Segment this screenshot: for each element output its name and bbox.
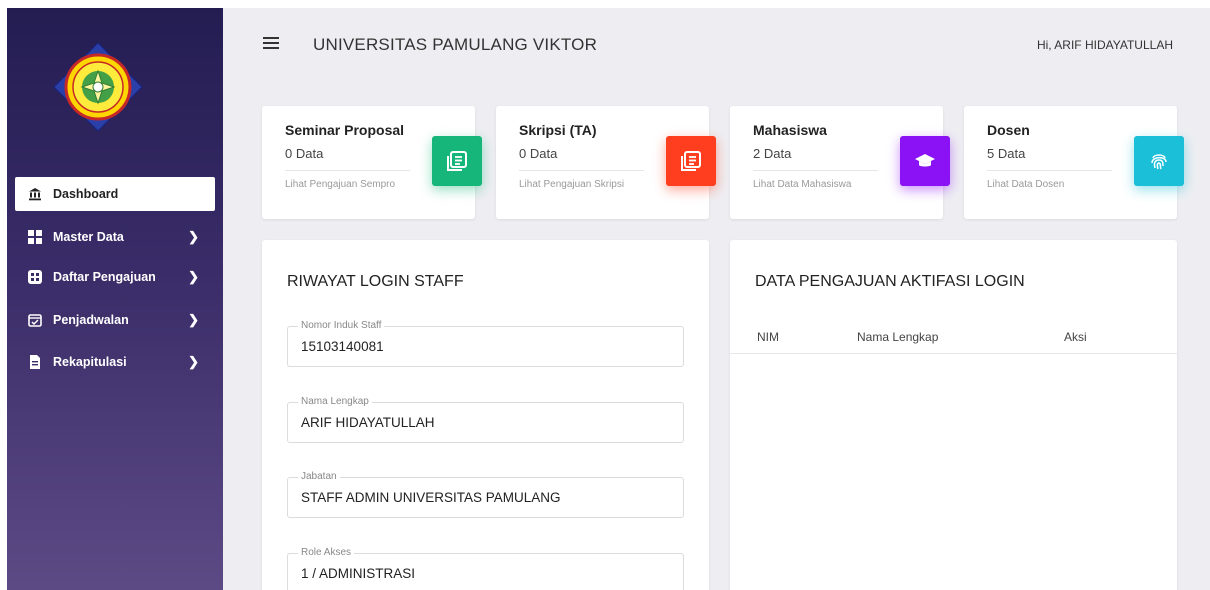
sidebar-item-label: Master Data (53, 230, 124, 244)
stat-card-skripsi: Skripsi (TA) 0 Data Lihat Pengajuan Skri… (496, 106, 716, 219)
field-value: 15103140081 (301, 339, 384, 354)
stat-card-seminar-proposal: Seminar Proposal 0 Data Lihat Pengajuan … (262, 106, 482, 219)
calendar-check-icon (28, 313, 42, 327)
sidebar-item-label: Daftar Pengajuan (53, 270, 156, 284)
field-label: Nama Lengkap (298, 396, 372, 407)
chevron-right-icon: ❯ (188, 312, 199, 327)
divider (519, 170, 644, 171)
sidebar-item-label: Penjadwalan (53, 313, 129, 327)
stat-title: Skripsi (TA) (519, 122, 597, 138)
panel-title: DATA PENGAJUAN AKTIFASI LOGIN (755, 273, 1025, 290)
user-greeting[interactable]: Hi, ARIF HIDAYATULLAH (1037, 38, 1173, 52)
university-logo (53, 42, 143, 132)
document-list-icon (432, 136, 482, 186)
stat-value: 5 Data (987, 146, 1026, 161)
stat-title: Seminar Proposal (285, 122, 405, 138)
site-title: UNIVERSITAS PAMULANG VIKTOR (313, 35, 598, 54)
column-header-nim[interactable]: NIM (757, 330, 779, 344)
stat-link[interactable]: Lihat Pengajuan Sempro (285, 179, 395, 190)
sidebar-item-rekapitulasi[interactable]: Rekapitulasi ❯ (15, 345, 215, 379)
app-window: Dashboard Master Data ❯ Daftar Pengajuan… (7, 8, 1210, 590)
nomor-induk-field[interactable]: Nomor Induk Staff 15103140081 (287, 320, 684, 367)
sidebar: Dashboard Master Data ❯ Daftar Pengajuan… (7, 8, 223, 590)
field-value: 1 / ADMINISTRASI (301, 566, 416, 581)
chevron-right-icon: ❯ (188, 269, 199, 284)
chevron-right-icon: ❯ (188, 354, 199, 369)
nama-lengkap-field[interactable]: Nama Lengkap ARIF HIDAYATULLAH (287, 396, 684, 443)
bank-icon (28, 187, 42, 201)
panel-title: RIWAYAT LOGIN STAFF (287, 273, 464, 290)
file-icon (28, 355, 42, 369)
stat-title: Mahasiswa (753, 122, 827, 138)
column-header-nama[interactable]: Nama Lengkap (857, 330, 938, 344)
activation-requests-panel: DATA PENGAJUAN AKTIFASI LOGIN NIM Nama L… (730, 240, 1177, 590)
divider (285, 170, 410, 171)
grid-icon (28, 230, 42, 244)
sidebar-item-master-data[interactable]: Master Data ❯ (15, 220, 215, 254)
stat-value: 2 Data (753, 146, 792, 161)
sidebar-item-penjadwalan[interactable]: Penjadwalan ❯ (15, 303, 215, 337)
topbar: UNIVERSITAS PAMULANG VIKTOR Hi, ARIF HID… (223, 8, 1210, 84)
stat-value: 0 Data (519, 146, 558, 161)
divider (753, 170, 878, 171)
stat-card-dosen: Dosen 5 Data Lihat Data Dosen (964, 106, 1184, 219)
sidebar-item-label: Dashboard (53, 187, 119, 201)
column-header-aksi[interactable]: Aksi (1064, 330, 1087, 344)
field-value: STAFF ADMIN UNIVERSITAS PAMULANG (301, 490, 561, 505)
field-label: Nomor Induk Staff (298, 320, 385, 331)
stat-value: 0 Data (285, 146, 324, 161)
role-akses-field[interactable]: Role Akses 1 / ADMINISTRASI (287, 547, 684, 590)
sidebar-item-label: Rekapitulasi (53, 355, 127, 369)
jabatan-field[interactable]: Jabatan STAFF ADMIN UNIVERSITAS PAMULANG (287, 471, 684, 518)
field-value: ARIF HIDAYATULLAH (301, 415, 435, 430)
fingerprint-icon (1134, 136, 1184, 186)
menu-icon[interactable] (263, 37, 279, 51)
field-label: Jabatan (298, 471, 340, 482)
document-list-icon (666, 136, 716, 186)
table-header: NIM Nama Lengkap Aksi (730, 324, 1177, 354)
divider (987, 170, 1112, 171)
field-label: Role Akses (298, 547, 355, 558)
stat-link[interactable]: Lihat Data Mahasiswa (753, 179, 851, 190)
stat-link[interactable]: Lihat Data Dosen (987, 179, 1064, 190)
login-history-panel: RIWAYAT LOGIN STAFF Nomor Induk Staff 15… (262, 240, 709, 590)
stat-card-mahasiswa: Mahasiswa 2 Data Lihat Data Mahasiswa (730, 106, 950, 219)
chevron-right-icon: ❯ (188, 229, 199, 244)
stat-link[interactable]: Lihat Pengajuan Skripsi (519, 179, 624, 190)
apps-icon (28, 270, 42, 284)
sidebar-item-dashboard[interactable]: Dashboard (15, 177, 215, 211)
stat-title: Dosen (987, 122, 1030, 138)
graduation-cap-icon (900, 136, 950, 186)
sidebar-item-daftar-pengajuan[interactable]: Daftar Pengajuan ❯ (15, 260, 215, 294)
